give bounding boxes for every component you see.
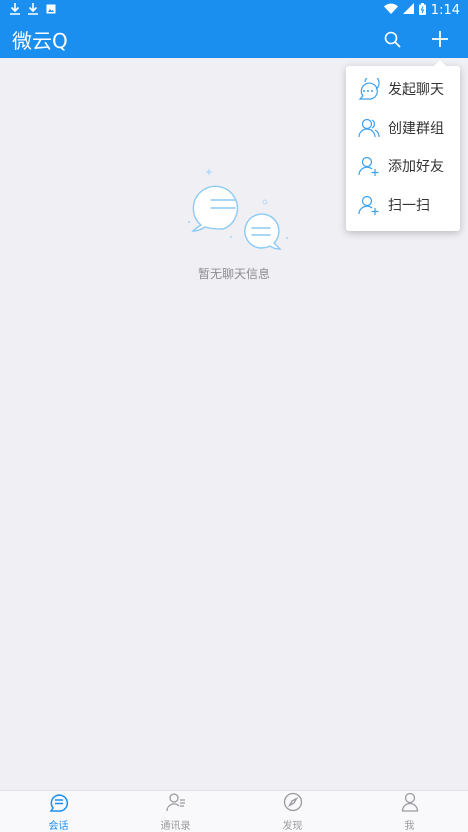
menu-item-label: 扫一扫	[388, 197, 430, 214]
menu-item-create-group[interactable]: 创建群组	[346, 109, 460, 148]
nav-label: 发现	[282, 820, 303, 832]
app-bar: 微云Q	[0, 20, 468, 58]
menu-item-add-friend[interactable]: 添加好友	[346, 147, 460, 186]
wifi-icon	[383, 3, 398, 17]
contacts-icon	[165, 792, 186, 816]
status-left	[10, 3, 56, 17]
bottom-nav: 会话 通讯录 发现 我	[0, 790, 468, 832]
app-actions	[380, 27, 452, 51]
status-right: 1:14	[383, 2, 460, 18]
nav-label: 我	[404, 820, 415, 832]
app-title: 微云Q	[12, 28, 68, 53]
menu-item-label: 添加好友	[388, 159, 444, 176]
menu-item-label: 创建群组	[388, 120, 444, 137]
search-icon[interactable]	[380, 27, 404, 51]
download-icon	[10, 3, 20, 17]
nav-item-me[interactable]: 我	[351, 791, 468, 832]
add-user-icon	[358, 155, 380, 177]
popup-menu: 发起聊天 创建群组 添加好友 扫一扫	[346, 60, 460, 231]
download-icon	[28, 3, 38, 17]
nav-item-discover[interactable]: 发现	[234, 791, 351, 832]
nav-label: 通讯录	[160, 820, 191, 832]
nav-label: 会话	[48, 820, 69, 832]
battery-icon	[418, 2, 426, 18]
menu-item-label: 发起聊天	[388, 82, 444, 99]
signal-icon	[402, 3, 414, 17]
scan-user-icon	[358, 194, 380, 216]
chat-icon	[49, 792, 69, 816]
empty-text: 暂无聊天信息	[197, 267, 270, 281]
compass-icon	[283, 792, 303, 816]
status-bar: 1:14	[0, 0, 468, 20]
profile-icon	[400, 792, 420, 816]
status-time: 1:14	[430, 2, 460, 18]
menu-item-start-chat[interactable]: 发起聊天	[346, 70, 460, 109]
nav-item-chats[interactable]: 会话	[0, 791, 117, 832]
chat-bubbles-icon	[179, 165, 289, 259]
menu-item-scan[interactable]: 扫一扫	[346, 186, 460, 225]
group-icon	[358, 117, 380, 139]
nav-item-contacts[interactable]: 通讯录	[117, 791, 234, 832]
image-icon	[46, 4, 56, 16]
chat-bubble-icon	[358, 78, 380, 100]
plus-icon[interactable]	[428, 27, 452, 51]
